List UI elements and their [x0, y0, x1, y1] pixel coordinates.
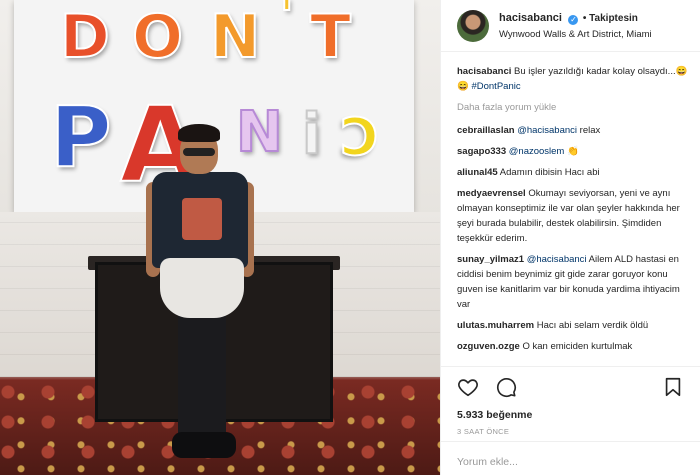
sign-letter-apostrophe: ' [279, 0, 295, 42]
comment-item: sagapo333 @nazooslem 👏 [457, 144, 690, 159]
comment-text: Adamın dibisin Hacı abi [499, 167, 600, 178]
add-comment-bar [441, 441, 700, 475]
action-icons-row [457, 375, 684, 399]
sign-letter-o: O [131, 1, 184, 73]
comment-username[interactable]: sunay_yilmaz1 [457, 254, 524, 265]
bookmark-icon[interactable] [662, 376, 684, 398]
comment-username[interactable]: cebraillaslan [457, 125, 515, 136]
sign-letter-i: i [301, 101, 322, 168]
heart-icon[interactable] [457, 376, 479, 398]
post-header: hacisabanci ✓ • Takiptesin Wynwood Walls… [441, 0, 700, 52]
post-photo[interactable]: D O N ' T P A N i C [0, 0, 440, 475]
tied-sweater [160, 258, 244, 318]
comment-mention[interactable]: @hacisabanci [527, 254, 587, 265]
comment-username[interactable]: ozguven.ozge [457, 341, 520, 352]
post-side-panel: hacisabanci ✓ • Takiptesin Wynwood Walls… [440, 0, 700, 475]
instagram-post-view: D O N ' T P A N i C hacisabanci ✓ • Taki… [0, 0, 700, 475]
like-count[interactable]: 5.933 beğenme [457, 409, 684, 421]
avatar[interactable] [457, 9, 489, 42]
shirt-print [182, 198, 222, 240]
sign-letter-c: C [339, 107, 379, 169]
sign-letter-t: T [309, 1, 352, 73]
comment-list-fade [457, 354, 690, 364]
comment-text: 👏 [564, 146, 579, 157]
caption-username[interactable]: hacisabanci [457, 66, 511, 77]
person-hair [178, 124, 220, 142]
comment-list[interactable]: hacisabanci Bu işler yazıldığı kadar kol… [457, 64, 690, 364]
sign-letter-d: D [59, 1, 111, 73]
comment-username[interactable]: aliunal45 [457, 167, 498, 178]
comment-username[interactable]: medyaevrensel [457, 188, 526, 199]
person-legs [178, 300, 226, 440]
caption-hashtag[interactable]: #DontPanic [471, 81, 520, 92]
comment-item: medyaevrensel Okumayı seviyorsan, yeni v… [457, 186, 690, 246]
comment-mention[interactable]: @nazooslem [509, 146, 565, 157]
author-username[interactable]: hacisabanci [499, 12, 562, 24]
post-actions: 5.933 beğenme 3 SAAT ÖNCE [441, 366, 700, 436]
person-shoes [172, 432, 236, 458]
comment-mention[interactable]: @hacisabanci [517, 125, 577, 136]
verified-badge-icon: ✓ [568, 14, 579, 25]
comment-username[interactable]: sagapo333 [457, 146, 506, 157]
sign-letter-n2: N [235, 99, 284, 166]
comment-username[interactable]: ulutas.muharrem [457, 320, 534, 331]
comment-text: O kan emiciden kurtulmak [522, 341, 633, 352]
comment-input[interactable] [457, 456, 684, 468]
comment-item: cebraillaslan @hacisabanci relax [457, 123, 690, 138]
person-sunglasses [183, 148, 215, 156]
caption: hacisabanci Bu işler yazıldığı kadar kol… [457, 64, 690, 94]
comment-bubble-icon[interactable] [495, 376, 517, 398]
post-location[interactable]: Wynwood Walls & Art District, Miami [499, 27, 652, 43]
header-text: hacisabanci ✓ • Takiptesin Wynwood Walls… [499, 9, 652, 43]
header-line: hacisabanci ✓ • Takiptesin [499, 9, 652, 27]
comment-item: aliunal45 Adamın dibisin Hacı abi [457, 165, 690, 180]
sign-letter-n: N [209, 1, 261, 73]
load-more-comments-link[interactable]: Daha fazla yorum yükle [457, 100, 690, 115]
comment-text: relax [577, 125, 601, 136]
follow-status[interactable]: • Takiptesin [583, 13, 638, 24]
comment-text: Hacı abi selam verdik öldü [536, 320, 649, 331]
comment-item: sunay_yilmaz1 @hacisabanci Ailem ALD has… [457, 252, 690, 312]
sign-letter-p: P [49, 87, 113, 187]
post-timestamp[interactable]: 3 SAAT ÖNCE [457, 427, 684, 436]
comment-item: ozguven.ozge O kan emiciden kurtulmak [457, 339, 690, 354]
comment-item: ulutas.muharrem Hacı abi selam verdik öl… [457, 318, 690, 333]
